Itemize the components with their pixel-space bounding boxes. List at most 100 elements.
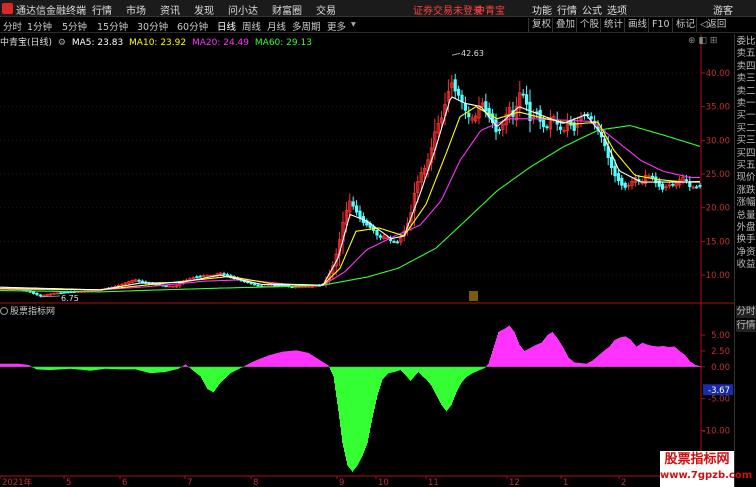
chart-options-icon[interactable]: ⊞: [710, 36, 718, 46]
side-panel-item[interactable]: 总量: [736, 210, 756, 222]
indicator-bar: [104, 366, 105, 369]
indicator-bar: [424, 366, 425, 379]
indicator-bar: [455, 366, 456, 395]
indicator-bar: [370, 366, 371, 428]
side-panel-item[interactable]: 委比: [736, 36, 756, 48]
side-panel-item[interactable]: 换手: [736, 234, 756, 246]
indicator-bar: [90, 366, 91, 371]
indicator-bar: [477, 366, 478, 372]
side-panel-item[interactable]: 买二: [736, 123, 756, 135]
indicator-bar: [519, 344, 520, 367]
indicator-bar: [67, 366, 68, 369]
indicator-bar: [627, 337, 628, 367]
indicator-bar: [694, 364, 695, 367]
chart-control-icons[interactable]: ⊕ ◧ ⊞: [688, 36, 717, 46]
side-panel-item[interactable]: 卖二: [736, 86, 756, 98]
indicator-bar: [226, 366, 227, 378]
time-tick-label: 9: [339, 478, 344, 487]
settings-gear-icon[interactable]: ⚙: [58, 38, 66, 48]
indicator-bar: [451, 366, 452, 406]
candle-body: [688, 182, 692, 188]
panel-toggle-icon[interactable]: ◧: [698, 36, 707, 46]
indicator-bar: [39, 366, 40, 370]
indicator-bar: [319, 359, 320, 367]
side-panel-item[interactable]: 外盘: [736, 222, 756, 234]
side-panel-item[interactable]: 现价: [736, 172, 756, 184]
side-panel-tab[interactable]: 分时: [736, 306, 756, 319]
candle-body: [538, 109, 542, 122]
indicator-bar: [326, 364, 327, 367]
indicator-bar: [56, 366, 57, 370]
indicator-settings-icon[interactable]: [0, 307, 8, 315]
side-panel-item[interactable]: 收益: [736, 259, 756, 271]
side-panel-item[interactable]: 买一: [736, 110, 756, 122]
indicator-bar: [207, 366, 208, 390]
indicator-bar: [83, 366, 84, 371]
indicator-bar: [176, 366, 177, 370]
side-panel-item[interactable]: 净资: [736, 247, 756, 259]
indicator-bar: [269, 355, 270, 367]
indicator-bar: [299, 350, 300, 367]
indicator-bar: [205, 366, 206, 386]
indicator-bar: [278, 352, 279, 367]
indicator-bar: [541, 342, 542, 367]
indicator-bar: [6, 363, 7, 367]
indicator-bar: [578, 362, 579, 367]
indicator-bar: [97, 366, 98, 370]
indicator-bar: [208, 366, 209, 390]
indicator-bar: [344, 366, 345, 453]
side-panel-item[interactable]: 买四: [736, 148, 756, 160]
indicator-bar: [135, 366, 136, 370]
indicator-bar: [496, 338, 497, 367]
ma60-label: MA60: 29.13: [254, 38, 312, 48]
indicator-bar: [214, 366, 215, 391]
indicator-bar: [111, 366, 112, 370]
side-panel-item[interactable]: 卖一: [736, 98, 756, 110]
indicator-bar: [352, 366, 353, 472]
indicator-bar: [550, 333, 551, 367]
indicator-bar: [398, 366, 399, 371]
side-panel-item[interactable]: 涨跌: [736, 185, 756, 197]
indicator-bar: [668, 347, 669, 367]
chart-canvas[interactable]: 42.636.75 10.0015.0020.0025.0030.0035.00…: [0, 0, 756, 487]
indicator-bar: [598, 355, 599, 367]
side-panel-item[interactable]: 买三: [736, 135, 756, 147]
side-panel-item[interactable]: 涨幅: [736, 197, 756, 209]
candle-body: [375, 229, 379, 236]
zoom-icon[interactable]: ⊕: [688, 36, 696, 46]
side-panel-item[interactable]: 卖三: [736, 73, 756, 85]
side-panel-item[interactable]: 买五: [736, 160, 756, 172]
indicator-bar: [19, 363, 20, 367]
indicator-bar: [192, 366, 193, 371]
side-panel-item[interactable]: 卖五: [736, 48, 756, 60]
indicator-bar: [504, 328, 505, 367]
indicator-bar: [500, 330, 501, 367]
indicator-bar: [461, 366, 462, 383]
side-panel-tab[interactable]: 行情: [736, 320, 756, 333]
indicator-bar: [536, 344, 537, 367]
indicator-bar: [433, 366, 434, 390]
indicator-bar: [272, 354, 273, 367]
indicator-bar: [277, 352, 278, 367]
indicator-bar: [395, 366, 396, 372]
indicator-bar: [170, 366, 171, 371]
indicator-bar: [316, 357, 317, 367]
indicator-bar: [396, 366, 397, 372]
indicator-bar: [172, 366, 173, 371]
indicator-bar: [129, 366, 130, 370]
side-panel-item[interactable]: 卖四: [736, 61, 756, 73]
indicator-bar: [276, 353, 277, 367]
indicator-bar: [100, 366, 101, 370]
candle-body: [589, 116, 593, 120]
indicator-bar: [303, 351, 304, 367]
indicator-bar: [350, 366, 351, 470]
indicator-bar: [582, 363, 583, 367]
indicator-bar: [305, 352, 306, 367]
indicator-bar: [648, 344, 649, 367]
indicator-bar: [444, 366, 445, 409]
indicator-bar: [310, 354, 311, 367]
indicator-bar: [58, 366, 59, 370]
indicator-bar: [66, 366, 67, 370]
candle-body: [273, 285, 277, 287]
indicator-bar: [637, 345, 638, 367]
